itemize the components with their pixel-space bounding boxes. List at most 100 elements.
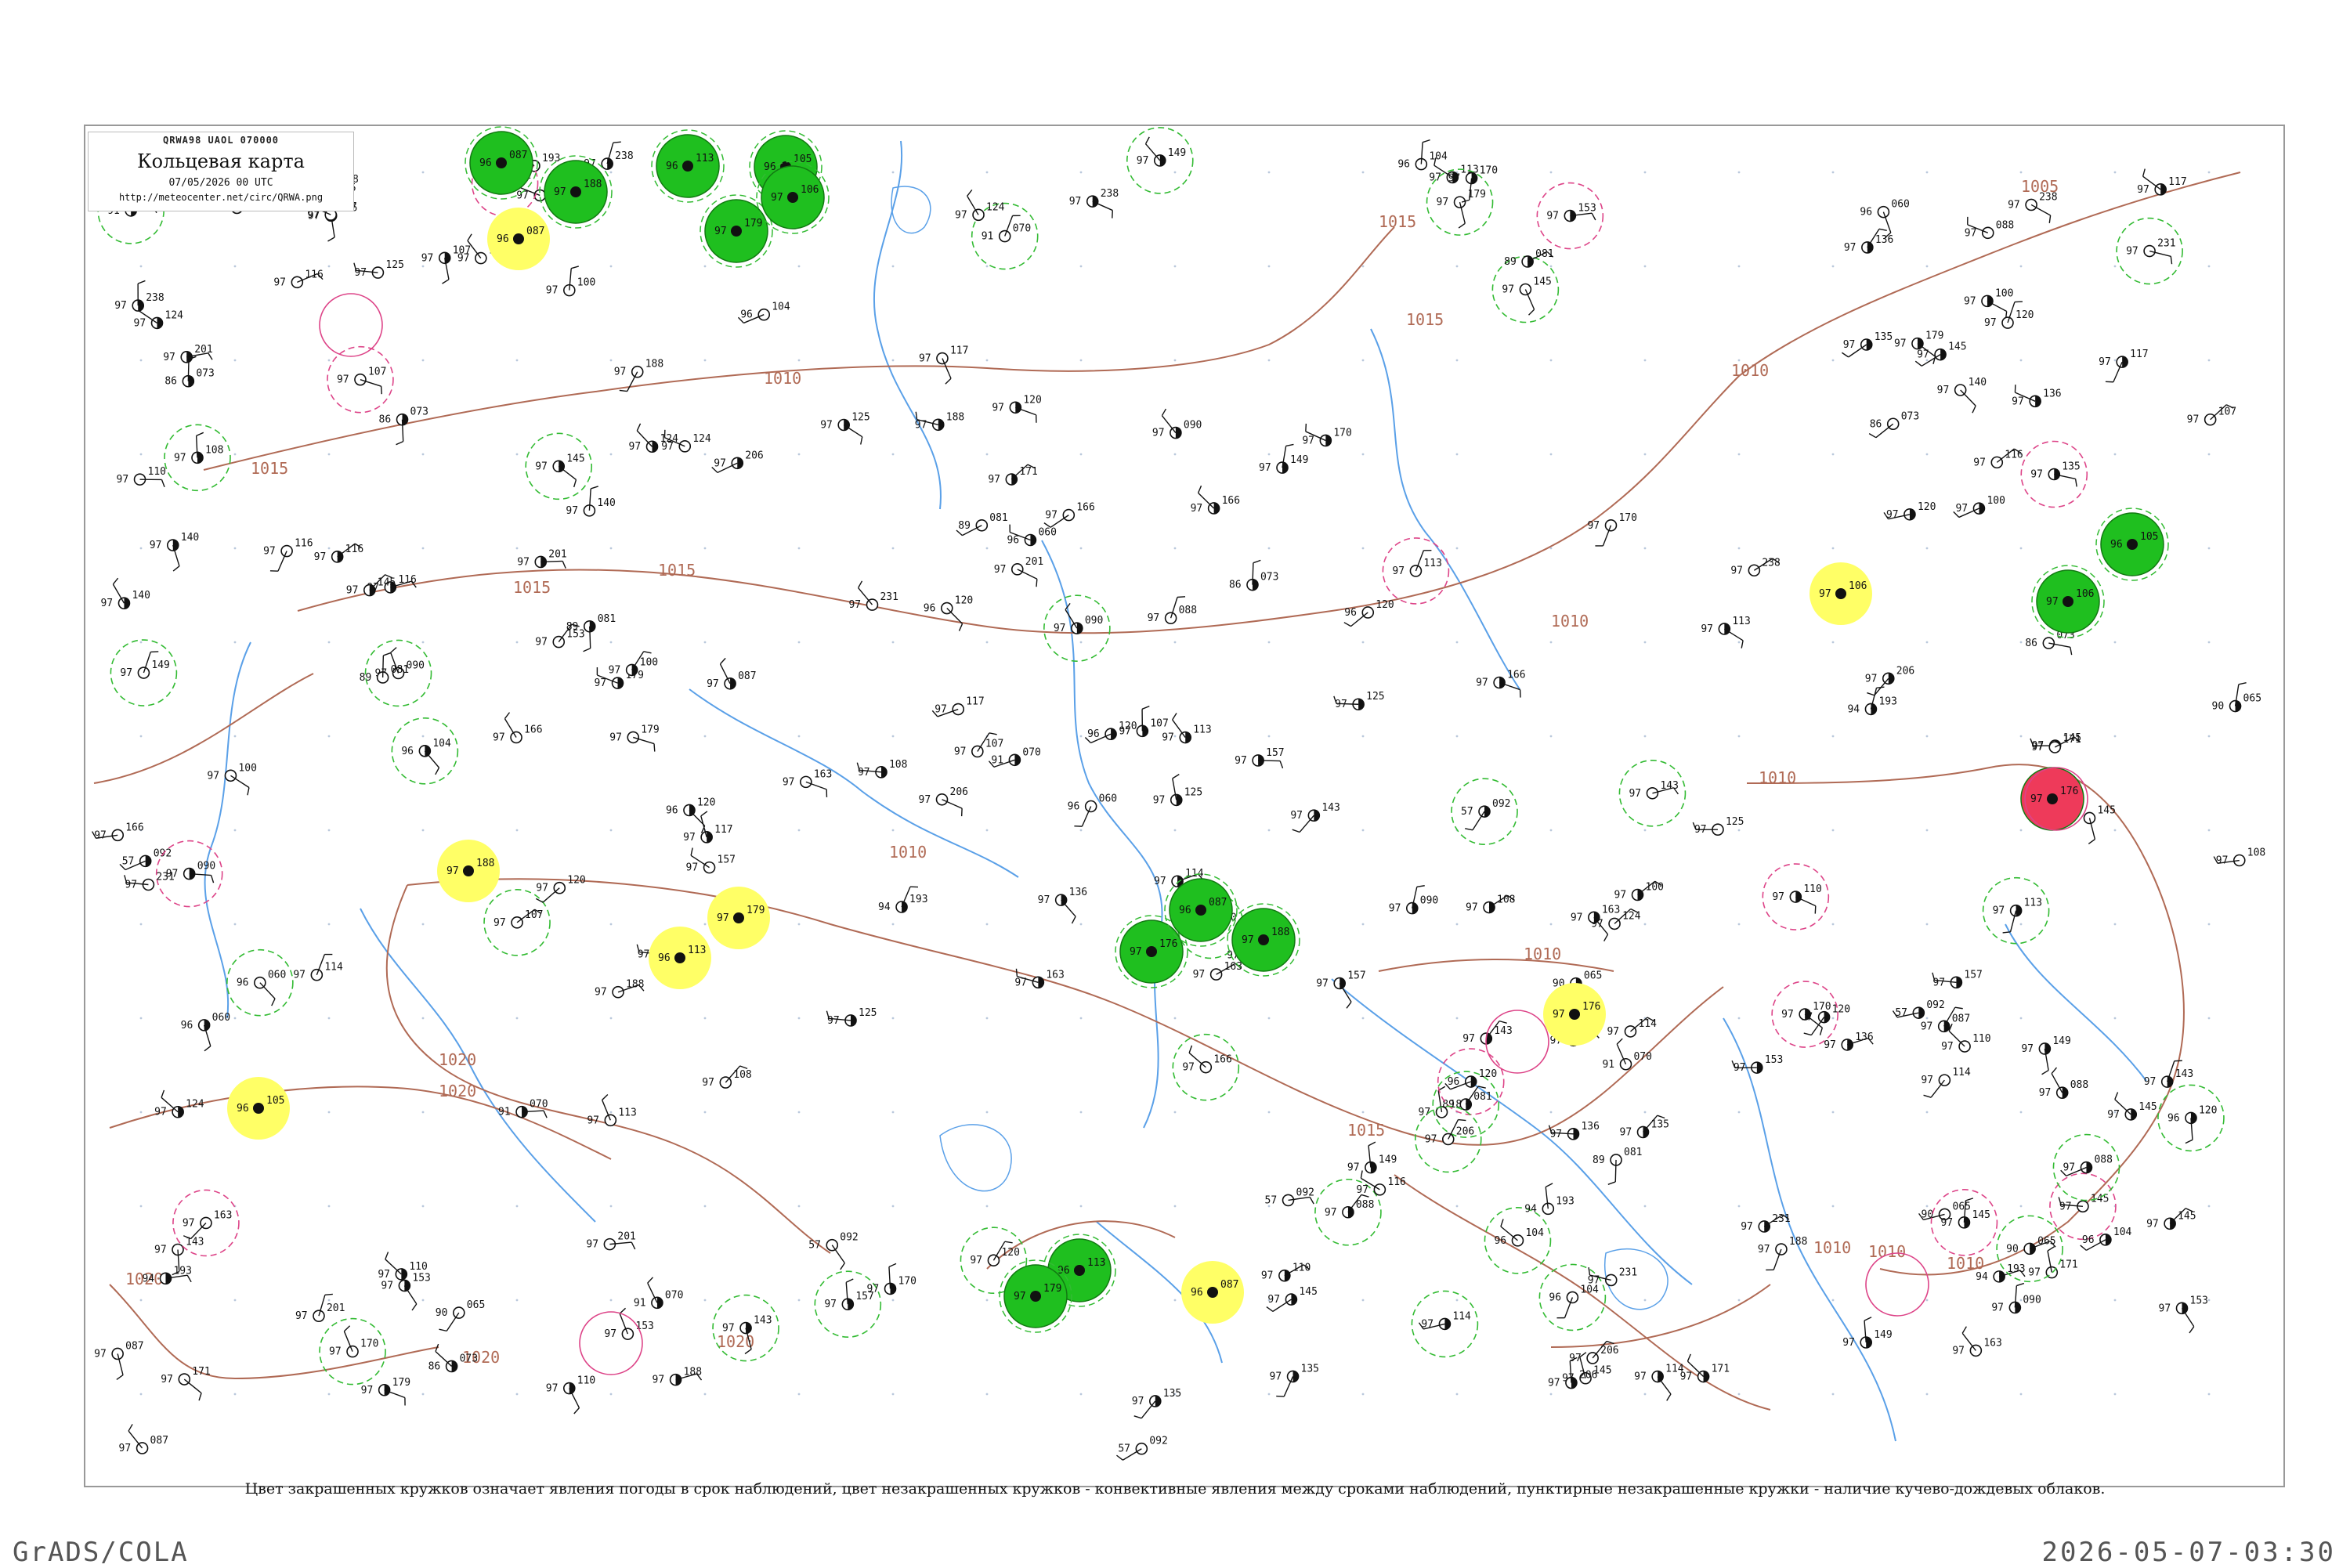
station-model[interactable]: 17197 bbox=[2031, 734, 2081, 753]
station-model[interactable]: 19394 bbox=[1847, 687, 1896, 715]
station-model[interactable]: 16697 bbox=[1476, 669, 1525, 697]
station-model[interactable]: 11097 bbox=[117, 466, 166, 487]
station-model[interactable]: 16397 bbox=[173, 1190, 239, 1255]
station-model[interactable]: 08189 bbox=[1504, 248, 1553, 268]
station-model[interactable]: 19394 bbox=[1524, 1183, 1574, 1215]
station-model[interactable]: 17097 bbox=[1302, 424, 1351, 447]
station-model[interactable]: 15797 bbox=[1235, 747, 1284, 768]
station-model[interactable]: 09097 bbox=[1152, 409, 1202, 439]
station-model[interactable]: 13697 bbox=[1038, 887, 1087, 923]
station-model[interactable]: 10797 bbox=[327, 347, 393, 413]
weather-highlight[interactable]: 18897 bbox=[540, 156, 612, 228]
station-model[interactable]: 10097 bbox=[609, 652, 658, 677]
station-model[interactable]: 11497 bbox=[1607, 1017, 1657, 1038]
station-model[interactable]: 12497 bbox=[154, 1090, 204, 1118]
station-model[interactable]: 16697 bbox=[1191, 486, 1240, 515]
station-model[interactable]: 15797 bbox=[686, 848, 736, 874]
station-model[interactable]: 14597 bbox=[1267, 1286, 1318, 1311]
station-model[interactable]: 16397 bbox=[1952, 1327, 2001, 1357]
station-model[interactable]: 11797 bbox=[932, 696, 984, 717]
weather-highlight[interactable]: 18897 bbox=[1227, 904, 1300, 976]
station-model[interactable]: 20197 bbox=[295, 1294, 345, 1322]
station-model[interactable]: 12096 bbox=[666, 797, 715, 833]
weather-highlight[interactable]: 11396 bbox=[649, 927, 711, 989]
station-model[interactable]: 08189 bbox=[956, 512, 1008, 536]
station-model[interactable]: 17197 bbox=[2028, 1247, 2077, 1279]
station-model[interactable]: 11397 bbox=[1383, 538, 1448, 604]
station-model[interactable]: 13697 bbox=[2012, 385, 2061, 407]
station-model[interactable]: 11497 bbox=[293, 955, 343, 981]
station-model[interactable]: 10097 bbox=[207, 762, 256, 795]
station-model[interactable]: 06096 bbox=[227, 950, 293, 1016]
station-model[interactable]: 12597 bbox=[1153, 775, 1202, 807]
station-model[interactable]: 15397 bbox=[535, 624, 584, 648]
weather-highlight[interactable]: 17697 bbox=[1543, 983, 1606, 1046]
station-model[interactable]: 06590 bbox=[2212, 683, 2261, 713]
station-model[interactable]: 09097 bbox=[1044, 595, 1110, 661]
station-model[interactable]: 11397 bbox=[1701, 616, 1750, 649]
station-model[interactable]: 08897 bbox=[2053, 1135, 2119, 1201]
station-model[interactable]: 10097 bbox=[546, 266, 595, 297]
station-model[interactable]: 13697 bbox=[1549, 1121, 1600, 1140]
station-model[interactable]: 08797 bbox=[94, 1340, 143, 1379]
weather-highlight[interactable]: 10596 bbox=[227, 1077, 290, 1140]
station-model[interactable]: 18897 bbox=[595, 979, 644, 999]
station-model[interactable]: 20197 bbox=[163, 344, 212, 363]
station-model[interactable]: 08797 bbox=[707, 658, 756, 689]
station-model[interactable]: 14997 bbox=[110, 640, 176, 706]
station-model[interactable]: 16397 bbox=[1193, 961, 1242, 981]
station-model[interactable]: 14097 bbox=[1937, 377, 1987, 413]
station-model[interactable]: 10496 bbox=[392, 718, 457, 784]
station-model[interactable]: 11697 bbox=[1973, 449, 2023, 468]
station-model[interactable]: 14097 bbox=[150, 532, 199, 571]
station-model[interactable]: 13597 bbox=[1620, 1115, 1669, 1138]
station-model[interactable]: 07091 bbox=[498, 1099, 548, 1118]
station-model[interactable]: 14997 bbox=[1259, 444, 1308, 474]
station-model[interactable]: 16397 bbox=[783, 768, 832, 797]
station-model[interactable]: 10897 bbox=[1466, 894, 1515, 914]
weather-highlight[interactable]: 17997 bbox=[707, 887, 770, 949]
station-model[interactable]: 07386 bbox=[2025, 630, 2074, 655]
station-model[interactable]: 12096 bbox=[1344, 599, 1394, 627]
station-model[interactable]: 14397 bbox=[1619, 761, 1685, 826]
station-model[interactable]: 11697 bbox=[273, 269, 323, 288]
station-model[interactable]: 15397 bbox=[2159, 1295, 2208, 1333]
station-model[interactable]: 23197 bbox=[1588, 1266, 1637, 1286]
station-model[interactable]: 12097 bbox=[1884, 501, 1936, 521]
station-model[interactable]: 08897 bbox=[1315, 1180, 1381, 1245]
station-model[interactable]: 06096 bbox=[1068, 793, 1117, 826]
station-model[interactable]: 20197 bbox=[517, 548, 566, 568]
station-model[interactable]: 20197 bbox=[586, 1231, 635, 1251]
station-model[interactable]: 23197 bbox=[125, 872, 175, 891]
station-model[interactable]: 16697 bbox=[1044, 502, 1095, 528]
station-model[interactable]: 15797 bbox=[815, 1271, 880, 1337]
station-model[interactable]: 14097 bbox=[566, 486, 615, 517]
station-model[interactable]: 09257 bbox=[1452, 779, 1517, 844]
station-model[interactable]: 11097 bbox=[1762, 864, 1828, 930]
station-model[interactable]: 13697 bbox=[1844, 229, 1893, 254]
station-model[interactable]: 11497 bbox=[1412, 1291, 1477, 1357]
station-model[interactable]: 12096 bbox=[1085, 721, 1137, 742]
station-model[interactable]: 16697 bbox=[1173, 1035, 1238, 1100]
station-model[interactable]: 17997 bbox=[609, 724, 659, 751]
station-model[interactable]: 14997 bbox=[1347, 1142, 1397, 1173]
station-model[interactable]: 19394 bbox=[878, 887, 927, 913]
station-model[interactable]: 14597 bbox=[1931, 1190, 1997, 1255]
station-model[interactable]: 12597 bbox=[820, 411, 870, 444]
station-model[interactable]: 08797 bbox=[119, 1424, 168, 1454]
station-model[interactable]: 13597 bbox=[1132, 1388, 1181, 1418]
station-model[interactable]: 09097 bbox=[1389, 886, 1438, 915]
station-model[interactable]: 07386 bbox=[1869, 410, 1919, 437]
station-model[interactable]: 14597 bbox=[2107, 1092, 2157, 1120]
station-model[interactable]: 10496 bbox=[1484, 1208, 1550, 1274]
station-model[interactable]: 18897 bbox=[1758, 1236, 1807, 1270]
station-model[interactable]: 20197 bbox=[994, 556, 1043, 587]
station-model[interactable]: 14597 bbox=[526, 433, 591, 499]
station-model[interactable]: 11497 bbox=[1921, 1067, 1971, 1097]
station-model[interactable]: 20697 bbox=[712, 450, 764, 472]
station-model[interactable]: 11397 bbox=[1162, 714, 1211, 744]
station-model[interactable]: 10097 bbox=[1954, 495, 2005, 517]
station-model[interactable]: 23897 bbox=[2008, 191, 2057, 222]
station-model[interactable]: 14597 bbox=[2146, 1209, 2196, 1230]
station-model[interactable]: 17097 bbox=[1587, 512, 1636, 546]
